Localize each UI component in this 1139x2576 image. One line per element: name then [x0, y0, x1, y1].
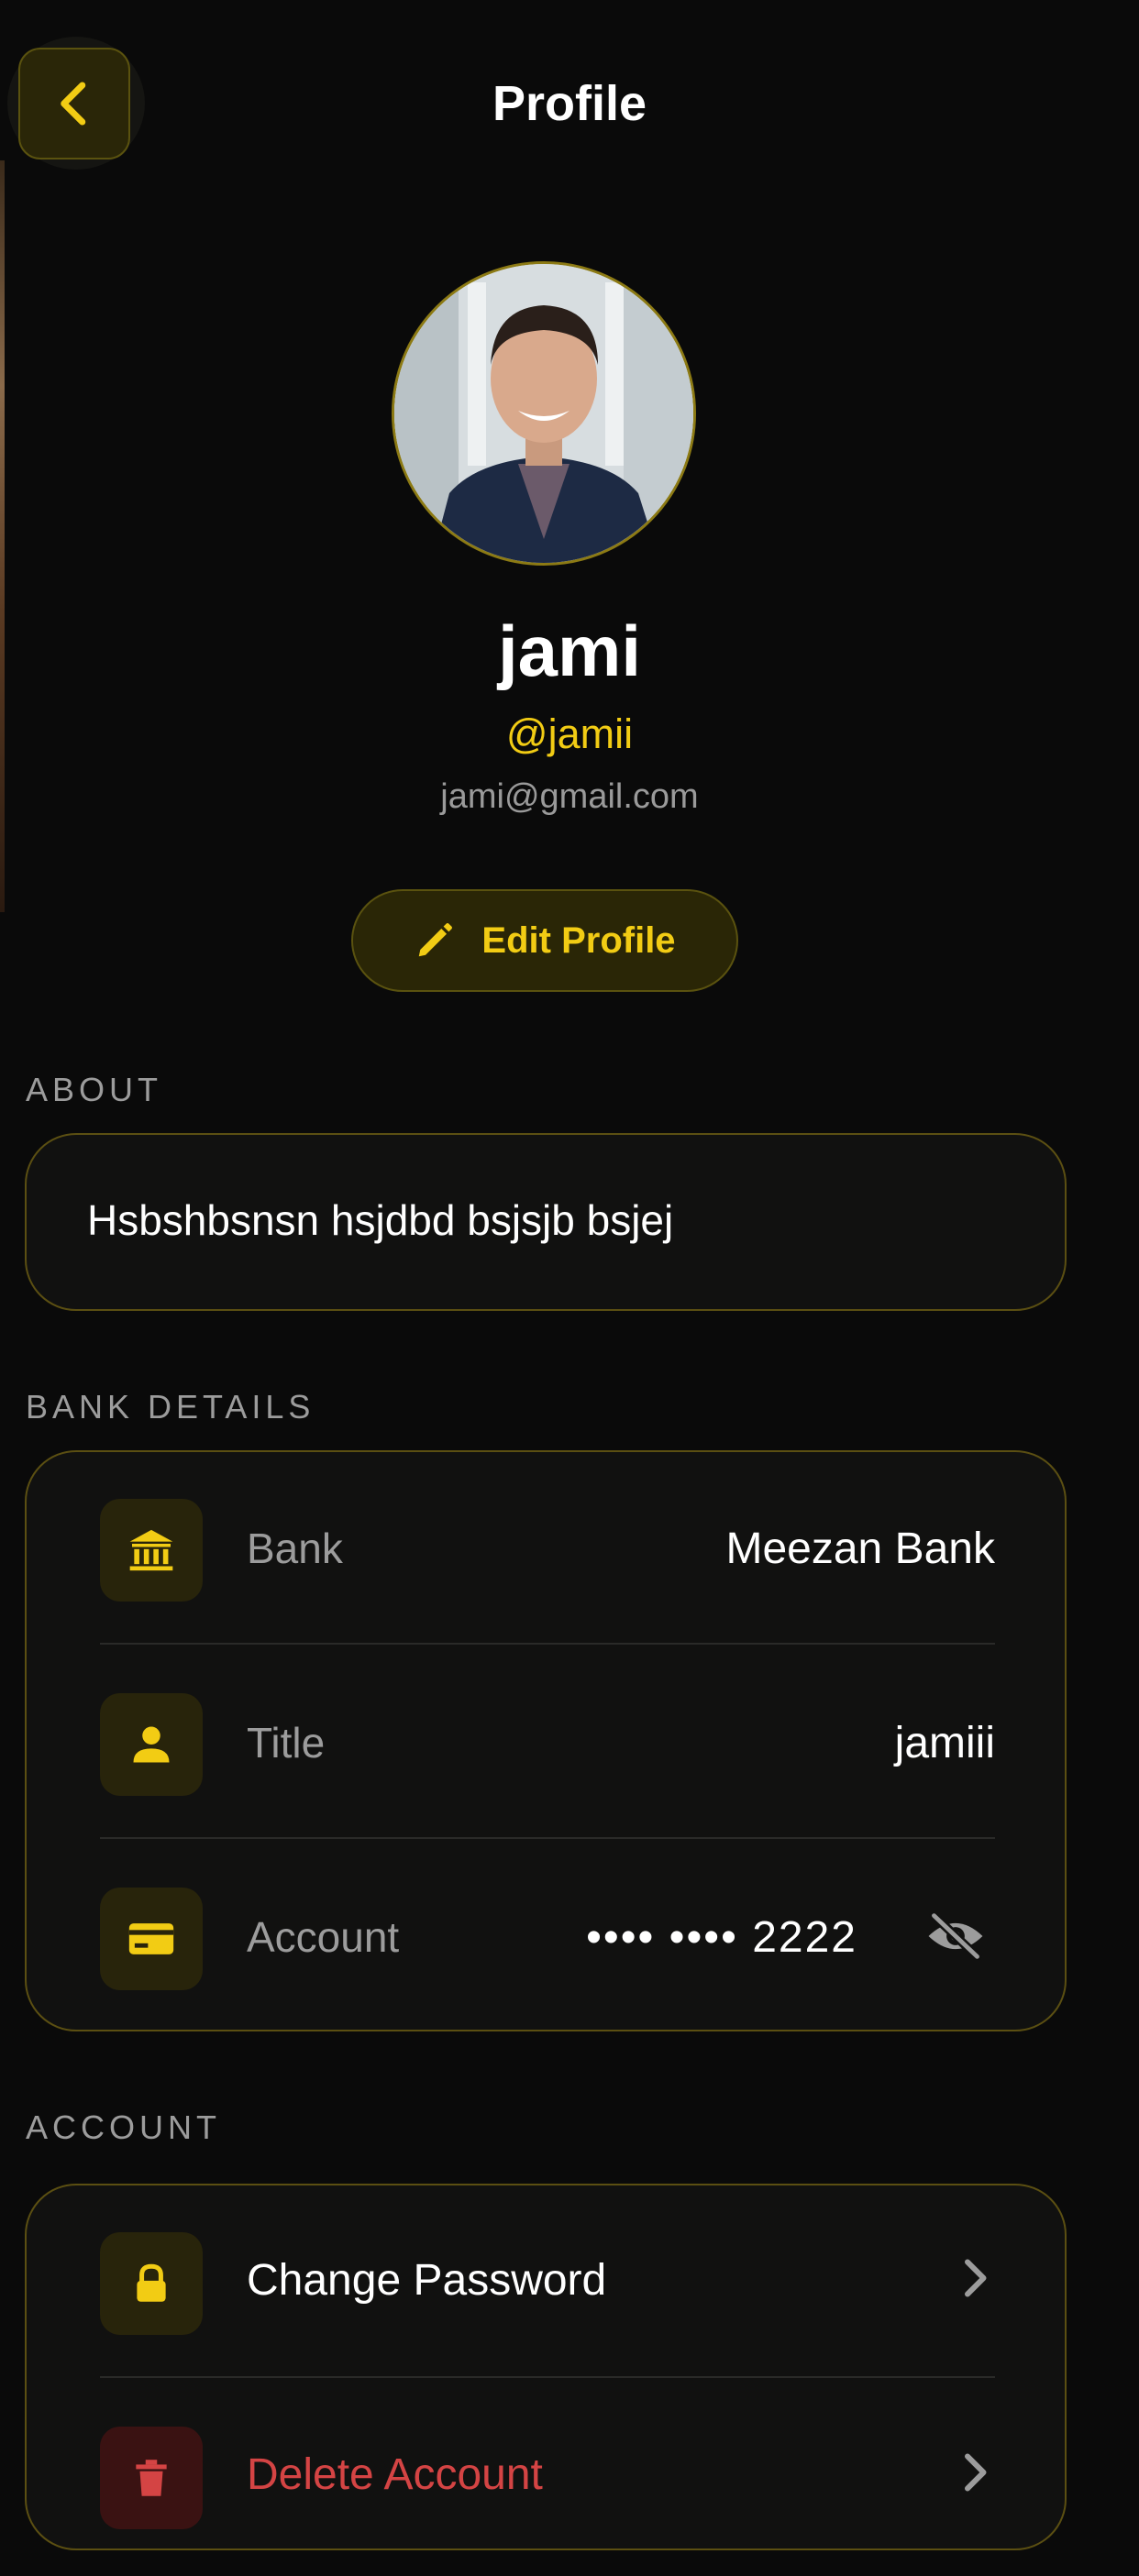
account-section-label: ACCOUNT	[26, 2108, 221, 2146]
bank-details-card: Bank Meezan Bank Title jamiii Account ••…	[25, 1450, 1067, 2031]
divider	[100, 1643, 995, 1645]
chevron-right-icon	[958, 2449, 995, 2500]
header-bar: Profile	[0, 0, 1139, 183]
delete-account-label: Delete Account	[247, 2450, 543, 2499]
bank-label: Bank	[247, 1525, 343, 1572]
lock-icon	[100, 2232, 203, 2335]
pencil-icon	[419, 923, 453, 957]
eye-off-icon	[928, 1910, 983, 1962]
account-number: •••• •••• 2222	[586, 1913, 857, 1962]
edit-profile-label: Edit Profile	[481, 919, 676, 961]
person-icon	[100, 1693, 203, 1796]
bank-details-section-label: BANK DETAILS	[26, 1388, 315, 1426]
bank-icon	[100, 1499, 203, 1602]
profile-email: jami@gmail.com	[440, 777, 699, 816]
bank-value: Meezan Bank	[725, 1525, 995, 1573]
page-title: Profile	[492, 76, 647, 131]
account-card: Change Password Delete Account	[25, 2184, 1067, 2550]
title-label: Title	[247, 1719, 326, 1767]
profile-handle: @jamii	[505, 710, 634, 757]
delete-account-row[interactable]: Delete Account	[27, 2380, 1068, 2576]
change-password-row[interactable]: Change Password	[27, 2185, 1068, 2382]
about-section-label: ABOUT	[26, 1071, 163, 1108]
divider	[100, 1837, 995, 1839]
account-label: Account	[247, 1913, 400, 1961]
about-card: Hsbshbsnsn hsjdbd bsjsjb bsjej	[25, 1133, 1067, 1311]
account-row: Account •••• •••• 2222	[27, 1841, 1068, 2037]
change-password-label: Change Password	[247, 2256, 607, 2305]
title-row: Title jamiii	[27, 1646, 1068, 1843]
bank-row: Bank Meezan Bank	[27, 1452, 1068, 1648]
profile-name: jami	[497, 611, 642, 691]
about-text: Hsbshbsnsn hsjdbd bsjsjb bsjej	[87, 1196, 674, 1244]
divider	[100, 2376, 995, 2378]
toggle-visibility-button[interactable]	[925, 1910, 986, 1965]
avatar	[392, 261, 696, 566]
trash-icon	[100, 2427, 203, 2529]
edit-profile-button[interactable]: Edit Profile	[351, 889, 738, 992]
card-icon	[100, 1888, 203, 1990]
chevron-right-icon	[958, 2255, 995, 2306]
title-value: jamiii	[894, 1719, 995, 1767]
